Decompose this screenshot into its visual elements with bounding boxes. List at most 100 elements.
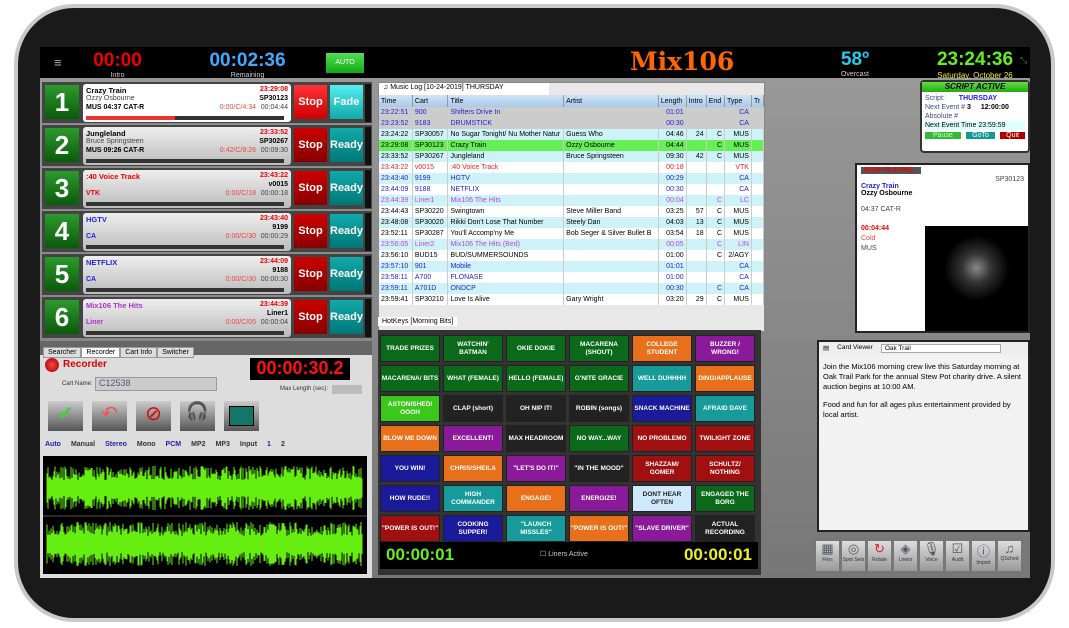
hotkey-button[interactable]: DING/APPLAUSE <box>695 365 755 392</box>
cart-name-input[interactable]: C12538 <box>95 377 217 391</box>
hotkey-button[interactable]: ROBIN (songs) <box>569 395 629 422</box>
toolbar-import[interactable]: ⓘ Import <box>972 541 995 571</box>
column-header[interactable]: Cart <box>412 95 448 107</box>
log-row[interactable]: 23:29:08 SP30123 Crazy Train Ozzy Osbourne 0… <box>379 140 764 151</box>
log-row[interactable]: 23:56:05 Liner2 Mix106 The Hits (Bed) 00:05… <box>379 239 764 250</box>
waveform-scope-icon[interactable] <box>224 401 259 431</box>
log-row[interactable]: 23:52:11 SP30287 You'll Accomp'ny Me Bob Se… <box>379 228 764 239</box>
column-header[interactable]: Title <box>448 95 564 107</box>
column-header[interactable]: Artist <box>564 95 659 107</box>
collapse-icon[interactable]: ⤡ <box>1020 55 1027 66</box>
log-row[interactable]: 23:23:52 9183 DRUMSTICK 00:30 CA <box>379 118 764 129</box>
hotkey-button[interactable]: MAX HEADROOM <box>506 425 566 452</box>
log-row[interactable]: 23:56:10 BUD15 BUD/SUMMERSOUNDS 01:00 C 2/AGY <box>379 250 764 261</box>
stop-button[interactable]: Stop <box>294 257 327 291</box>
column-header[interactable]: End <box>706 95 724 107</box>
ready-button[interactable]: Ready <box>330 171 363 205</box>
option-auto[interactable]: Auto <box>45 441 61 448</box>
hotkey-button[interactable]: BLOW ME DOWN <box>380 425 440 452</box>
hotkey-button[interactable]: WHAT (FEMALE) <box>443 365 503 392</box>
quit-button[interactable]: Quit <box>1000 132 1025 139</box>
tab-cart-info[interactable]: Cart Info <box>120 347 157 358</box>
log-row[interactable]: 23:43:40 9199 HGTV 00:29 CA <box>379 173 764 184</box>
stop-button[interactable]: Stop <box>294 300 327 334</box>
hotkey-button[interactable]: OH NIP IT! <box>506 395 566 422</box>
option-2[interactable]: 2 <box>281 441 285 448</box>
option-mono[interactable]: Mono <box>137 441 156 448</box>
max-length-input[interactable] <box>332 385 362 394</box>
toolbar-voice[interactable]: 🎙 Voice <box>920 541 943 571</box>
ready-button[interactable]: Ready <box>330 128 363 162</box>
ready-button[interactable]: Ready <box>330 214 363 248</box>
log-row[interactable]: 23:44:43 SP30220 Swingtown Steve Miller Ban… <box>379 206 764 217</box>
hotkey-button[interactable]: COOKING SUPPER! <box>443 515 503 542</box>
hotkey-button[interactable]: MACARENA/ BITS <box>380 365 440 392</box>
log-row[interactable]: 23:58:11 A700 FLONASE 01:00 CA <box>379 272 764 283</box>
pause-button[interactable]: Pause <box>925 132 961 139</box>
option-input[interactable]: Input <box>240 441 257 448</box>
option-stereo[interactable]: Stereo <box>105 441 127 448</box>
hotkey-button[interactable]: HOW RUDE!! <box>380 485 440 512</box>
deck-number[interactable]: 5 <box>45 257 79 291</box>
hotkey-button[interactable]: HIGH COMMANDER <box>443 485 503 512</box>
hotkey-button[interactable]: OKIE DOKIE <box>506 335 566 362</box>
goto-button[interactable]: GoTo <box>966 132 995 139</box>
cancel-icon[interactable]: ⊘ <box>136 401 171 431</box>
toolbar-spot-sets[interactable]: ◎ Spot Sets <box>842 541 865 571</box>
stop-button[interactable]: Stop <box>294 171 327 205</box>
hotkey-button[interactable]: ASTONISHED/ OOOH <box>380 395 440 422</box>
log-row[interactable]: 23:22:51 900 Shifters Drive In 01:01 CA <box>379 107 764 118</box>
log-row[interactable]: 23:57:10 901 Mobile 01:01 CA <box>379 261 764 272</box>
menu-icon[interactable]: ≡ <box>54 55 62 70</box>
column-header[interactable]: Type <box>725 95 752 107</box>
tab-searcher[interactable]: Searcher <box>43 347 81 358</box>
column-header[interactable]: Intro <box>686 95 706 107</box>
log-row[interactable]: 23:33:52 SP30267 Jungleland Bruce Springste… <box>379 151 764 162</box>
deck-number[interactable]: 4 <box>45 214 79 248</box>
hotkey-button[interactable]: WELL DUHHHH <box>632 365 692 392</box>
hotkey-button[interactable]: SHAZZAM/ GOMER <box>632 455 692 482</box>
toolbar-files[interactable]: ▦ Files <box>816 541 839 571</box>
hotkey-button[interactable]: NO WAY...WAY <box>569 425 629 452</box>
hotkey-button[interactable]: "POWER IS OUT!" <box>380 515 440 542</box>
hotkey-button[interactable]: G'NITE GRACIE <box>569 365 629 392</box>
hotkey-button[interactable]: COLLEGE STUDENT <box>632 335 692 362</box>
deck-number[interactable]: 6 <box>45 300 79 334</box>
accept-icon[interactable]: ✔ <box>48 401 83 431</box>
hotkey-button[interactable]: DONT HEAR OFTEN <box>632 485 692 512</box>
headphones-icon[interactable]: 🎧 <box>180 401 215 431</box>
hotkey-button[interactable]: BUZZER / WRONG! <box>695 335 755 362</box>
ready-button[interactable]: Ready <box>330 300 363 334</box>
hotkey-button[interactable]: "LAUNCH MISSLES" <box>506 515 566 542</box>
column-header[interactable]: Time <box>379 95 412 107</box>
column-header[interactable]: Tr <box>751 95 763 107</box>
log-row[interactable]: 23:48:08 SP30020 Rikki Don't Lose That Num… <box>379 217 764 228</box>
auto-button[interactable]: AUTO <box>326 53 364 73</box>
hotkey-button[interactable]: WATCHIN' BATMAN <box>443 335 503 362</box>
hotkey-button[interactable]: "LET'S DO IT!" <box>506 455 566 482</box>
option-manual[interactable]: Manual <box>71 441 95 448</box>
hotkey-button[interactable]: "SLAVE DRIVER" <box>632 515 692 542</box>
hotkey-button[interactable]: ENGAGE! <box>506 485 566 512</box>
stop-button[interactable]: Stop <box>294 128 327 162</box>
ready-button[interactable]: Ready <box>330 257 363 291</box>
stop-button[interactable]: Stop <box>294 85 327 119</box>
hotkey-button[interactable]: SCHULTZ/ NOTHING <box>695 455 755 482</box>
toolbar-audit[interactable]: ☑ Audit <box>946 541 969 571</box>
tab-switcher[interactable]: Switcher <box>157 347 194 358</box>
music-log-tab[interactable]: ♫ Music Log [10-24-2019] THURSDAY <box>379 83 549 95</box>
hotkey-button[interactable]: YOU WIN! <box>380 455 440 482</box>
hotkey-button[interactable]: AFRAID DAVE <box>695 395 755 422</box>
hotkey-button[interactable]: CHRIS/SHEILA <box>443 455 503 482</box>
hotkeys-tab[interactable]: HotKeys [Morning Bits] <box>378 317 457 326</box>
deck-number[interactable]: 3 <box>45 171 79 205</box>
option-pcm[interactable]: PCM <box>166 441 182 448</box>
hotkey-button[interactable]: HELLO (FEMALE) <box>506 365 566 392</box>
hotkey-button[interactable]: "POWER IS OUT!" <box>569 515 629 542</box>
log-row[interactable]: 23:59:41 SP30210 Love Is Alive Gary Wright 0… <box>379 294 764 305</box>
toolbar-qsched[interactable]: ♫ QSched <box>998 541 1021 571</box>
hotkey-button[interactable]: ENERGIZE! <box>569 485 629 512</box>
hotkey-button[interactable]: SNACK MACHINE <box>632 395 692 422</box>
hotkey-button[interactable]: TWILIGHT ZONE <box>695 425 755 452</box>
log-row[interactable]: 23:44:39 Liner1 Mix106 The Hits 00:04 C LC <box>379 195 764 206</box>
